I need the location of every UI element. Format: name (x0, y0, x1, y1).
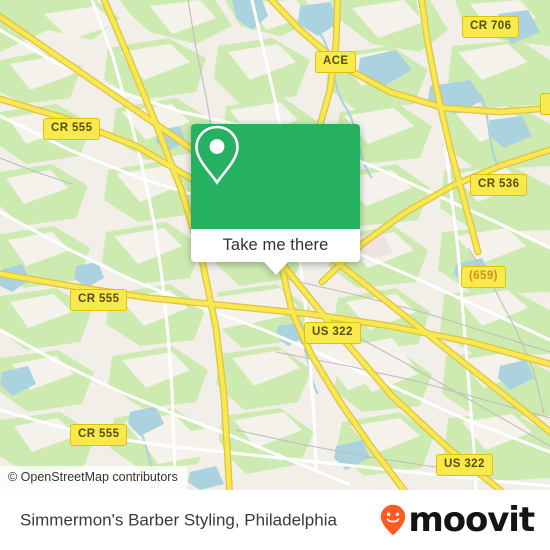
popup-tail (263, 262, 288, 275)
map-label-clipped[interactable] (540, 93, 550, 115)
moovit-wordmark: moovit (408, 500, 535, 540)
take-me-there-label: Take me there (222, 236, 329, 255)
map-label-cr-555-b[interactable]: CR 555 (70, 289, 128, 311)
map-label-659[interactable]: (659) (461, 266, 506, 288)
location-pin-icon (195, 125, 239, 185)
moovit-smiley-pin-icon (381, 504, 406, 536)
footer-bar: Simmermon's Barber Styling, Philadelphia… (0, 490, 550, 550)
map-label-us-322-a[interactable]: US 322 (304, 322, 361, 344)
osm-attribution[interactable]: © OpenStreetMap contributors (0, 466, 187, 490)
place-popup-card[interactable]: Take me there (191, 124, 360, 275)
moovit-logo[interactable]: moovit (380, 500, 535, 540)
popup-cta-bar[interactable]: Take me there (191, 229, 360, 262)
map-label-cr-555-a[interactable]: CR 555 (43, 118, 101, 140)
map-label-cr-536[interactable]: CR 536 (470, 174, 528, 196)
place-title: Simmermon's Barber Styling, Philadelphia (20, 510, 337, 530)
map-label-ace[interactable]: ACE (315, 51, 357, 73)
map-label-us-322-b[interactable]: US 322 (436, 454, 493, 476)
map-label-cr-706[interactable]: CR 706 (462, 16, 520, 38)
popup-pin-area (191, 124, 360, 229)
map-canvas[interactable]: CR 706 ACE CR 555 CR 536 (659) CR 555 US… (0, 0, 550, 490)
map-share-card: CR 706 ACE CR 555 CR 536 (659) CR 555 US… (0, 0, 550, 550)
map-label-cr-555-c[interactable]: CR 555 (70, 424, 128, 446)
